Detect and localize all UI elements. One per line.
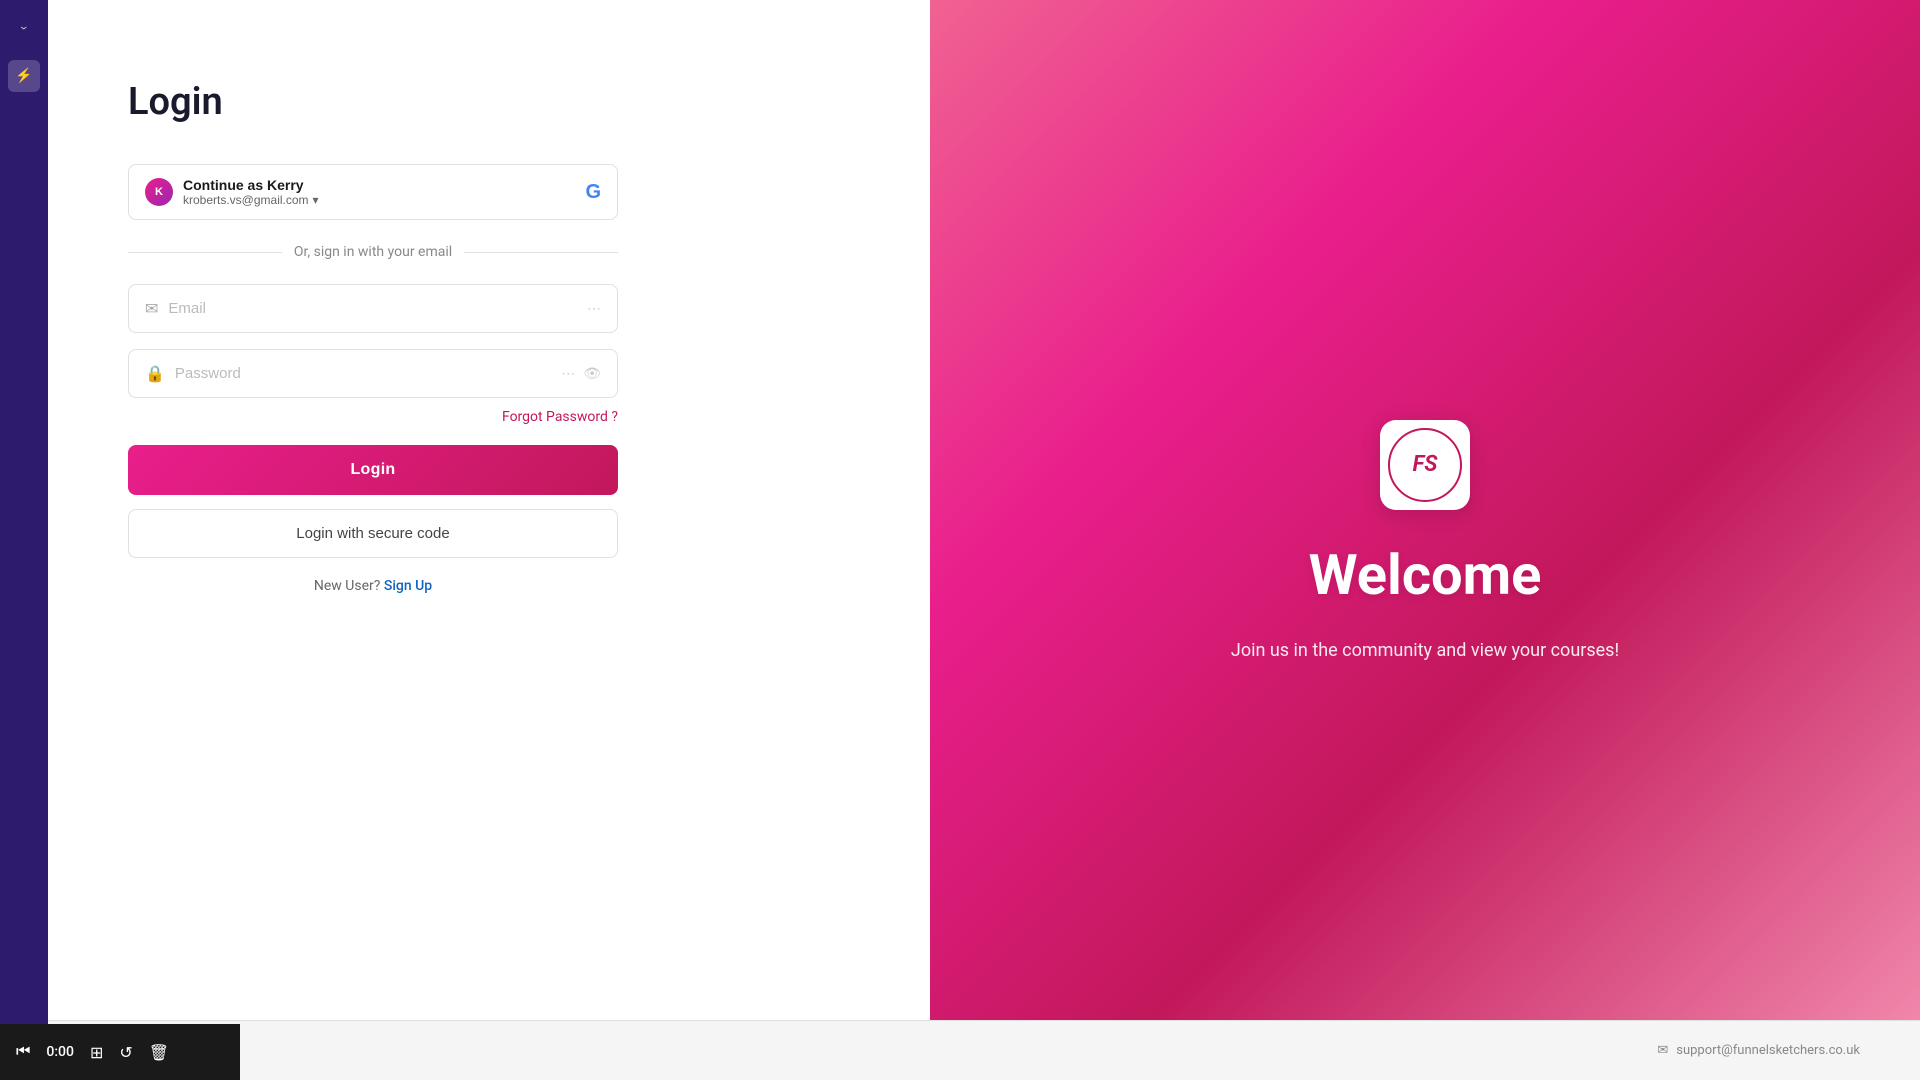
welcome-subtitle: Join us in the community and view your c… (1231, 640, 1619, 661)
main-container: Login K Continue as Kerry kroberts.vs@gm… (48, 0, 1920, 1080)
password-field[interactable] (175, 365, 551, 382)
signup-container: New User? Sign Up (128, 578, 618, 594)
grid-icon[interactable]: ⊞ (90, 1043, 103, 1062)
new-user-text: New User? (314, 578, 381, 594)
google-continue-button[interactable]: K Continue as Kerry kroberts.vs@gmail.co… (128, 164, 618, 220)
lock-icon: 🔒 (145, 364, 165, 383)
login-button[interactable]: Login (128, 445, 618, 495)
brand-logo-text: FS (1388, 428, 1462, 502)
sidebar: › ⚡ (0, 0, 48, 1080)
welcome-title: Welcome (1309, 542, 1542, 608)
footer: © 2024 ✉ support@funnelsketchers.co.uk (48, 1020, 1920, 1080)
sidebar-chevron-icon[interactable]: › (8, 12, 40, 44)
email-icon: ✉ (145, 299, 158, 318)
google-account-email: kroberts.vs@gmail.com ▾ (183, 193, 319, 207)
password-input-group: 🔒 ⋯ 👁 (128, 349, 618, 398)
google-icon: G (585, 181, 601, 204)
signup-link[interactable]: Sign Up (384, 578, 432, 594)
delete-icon[interactable]: 🗑 (149, 1043, 169, 1062)
brand-logo: FS (1380, 420, 1470, 510)
refresh-icon[interactable]: ↺ (119, 1043, 132, 1062)
email-field[interactable] (168, 300, 577, 317)
media-controls: ⏮ 0:00 ⊞ ↺ 🗑 (0, 1024, 240, 1080)
email-input-group: ✉ ⋯ (128, 284, 618, 333)
right-panel: FS Welcome Join us in the community and … (930, 0, 1920, 1080)
login-section: Login K Continue as Kerry kroberts.vs@gm… (48, 0, 930, 1080)
support-email: support@funnelsketchers.co.uk (1676, 1043, 1860, 1058)
support-container: ✉ support@funnelsketchers.co.uk (1657, 1043, 1860, 1058)
email-action-icon[interactable]: ⋯ (587, 301, 601, 317)
sidebar-lightning-icon[interactable]: ⚡ (8, 60, 40, 92)
password-action-icon[interactable]: ⋯ (561, 366, 575, 382)
google-continue-name: Continue as Kerry (183, 177, 304, 193)
avatar: K (145, 178, 173, 206)
secure-code-button[interactable]: Login with secure code (128, 509, 618, 558)
media-time: 0:00 (46, 1044, 74, 1060)
page-title: Login (128, 80, 223, 124)
email-icon-footer: ✉ (1657, 1043, 1668, 1058)
divider-text: Or, sign in with your email (128, 244, 618, 260)
forgot-password-link[interactable]: Forgot Password ? (502, 409, 618, 425)
rewind-button[interactable]: ⏮ (16, 1043, 30, 1061)
eye-icon[interactable]: 👁 (583, 366, 601, 382)
form-wrapper: K Continue as Kerry kroberts.vs@gmail.co… (128, 164, 618, 594)
forgot-password-container: Forgot Password ? (128, 406, 618, 425)
